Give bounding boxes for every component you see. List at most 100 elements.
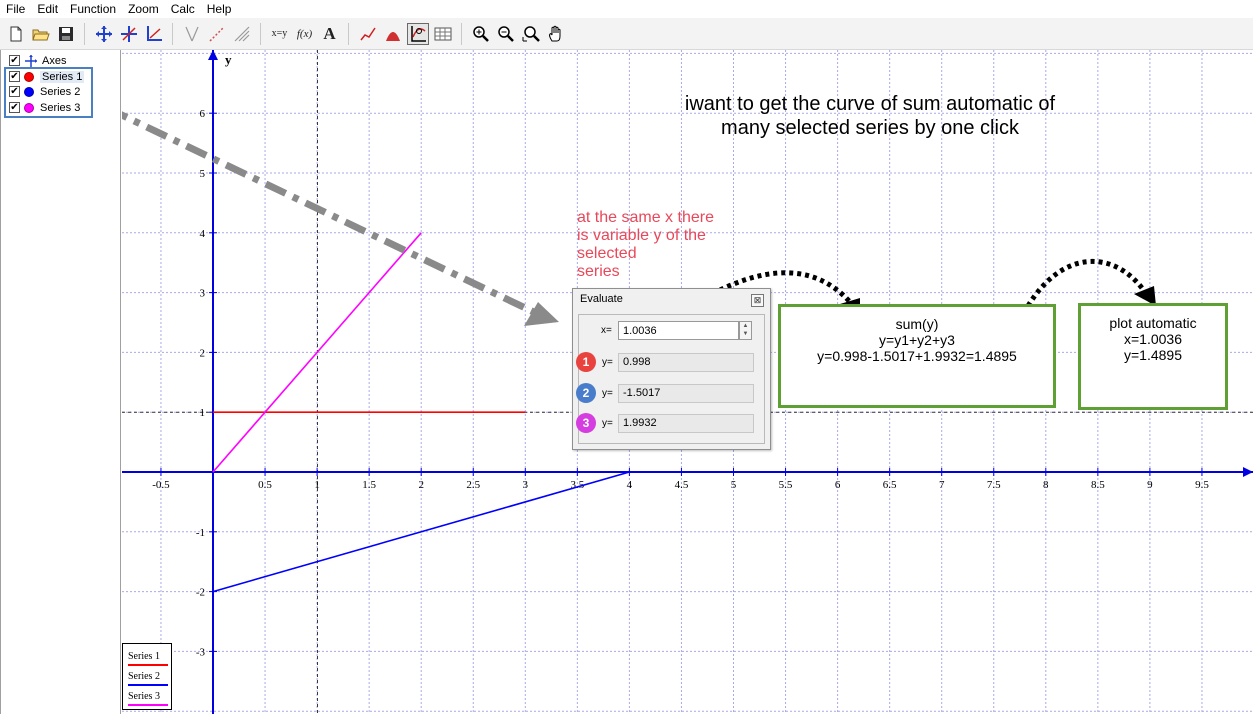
x-tick-label: 5 xyxy=(731,479,737,491)
annotation-arrow-gray xyxy=(122,111,559,326)
x-spinner[interactable]: ▲ ▼ xyxy=(739,321,752,340)
series-2-color-dot xyxy=(24,86,34,97)
evaluate-icon[interactable] xyxy=(406,22,429,45)
x-tick-label: 5.5 xyxy=(779,479,793,491)
menu-zoom[interactable]: Zoom xyxy=(122,0,165,18)
checkbox-series-3[interactable]: ✔ xyxy=(9,102,20,113)
plot-line: plot automatic xyxy=(1109,315,1197,331)
legend-line-series-1 xyxy=(128,664,168,666)
x-tick-label: 1 xyxy=(314,479,320,491)
note-line: at the same x there xyxy=(577,209,714,226)
hatch-icon[interactable] xyxy=(231,23,253,45)
zoom-fit-icon[interactable] xyxy=(520,23,542,45)
menu-file[interactable]: File xyxy=(0,0,31,18)
toolbar-separator xyxy=(260,22,261,45)
menu-edit[interactable]: Edit xyxy=(31,0,64,18)
headline-line-1: iwant to get the curve of sum automatic … xyxy=(684,93,1056,115)
x-tick-label: -0.5 xyxy=(152,479,170,491)
legend-item: Series 3 xyxy=(128,691,160,702)
y-tick-label: -1 xyxy=(196,527,205,539)
menu-help[interactable]: Help xyxy=(201,0,238,18)
y-axis-arrow xyxy=(208,50,218,60)
toolbar: x=y f(x) A xyxy=(0,18,1253,50)
plot-line: x=1.0036 xyxy=(1124,331,1182,347)
new-file-icon[interactable] xyxy=(5,23,27,45)
note-line: is variable y of the xyxy=(577,227,706,244)
tree-item-series-1[interactable]: ✔ Series 1 xyxy=(9,69,85,84)
table-icon[interactable] xyxy=(432,23,454,45)
y-tick-label: 5 xyxy=(200,168,206,180)
tree-item-label: Series 1 xyxy=(40,70,85,83)
x-tick-label: 4.5 xyxy=(675,479,689,491)
sum-line: y=y1+y2+y3 xyxy=(879,332,955,348)
y-tick-label: -2 xyxy=(196,587,205,599)
x-tick-label: 3 xyxy=(523,479,529,491)
y-label: y= xyxy=(602,388,613,399)
x-value-input[interactable] xyxy=(618,321,739,340)
toolbar-separator xyxy=(461,22,462,45)
plot-annotation-box: plot automatic x=1.0036 y=1.4895 xyxy=(1078,303,1228,410)
axes-move-icon[interactable] xyxy=(93,23,115,45)
series-1-badge: 1 xyxy=(576,352,596,372)
legend-line-series-2 xyxy=(128,684,168,686)
x-tick-label: 1.5 xyxy=(362,479,376,491)
plot-line: y=1.4895 xyxy=(1124,347,1182,363)
checkbox-series-2[interactable]: ✔ xyxy=(9,86,20,97)
tree-item-label: Axes xyxy=(42,54,67,67)
series-3-color-dot xyxy=(24,102,34,113)
x-tick-label: 2 xyxy=(418,479,424,491)
series-1-color-dot xyxy=(24,71,34,82)
dashed-line-icon[interactable] xyxy=(206,23,228,45)
x-axis-arrow xyxy=(1243,467,1253,477)
x-tick-label: 7 xyxy=(939,479,945,491)
zoom-out-icon[interactable] xyxy=(495,23,517,45)
save-icon[interactable] xyxy=(55,23,77,45)
shade-icon[interactable] xyxy=(382,23,404,45)
insert-xy-button[interactable]: x=y xyxy=(269,23,291,45)
x-tick-label: 2.5 xyxy=(466,479,480,491)
y-tick-label: 6 xyxy=(200,108,206,120)
x-label: x= xyxy=(601,325,612,336)
spin-down-icon[interactable]: ▼ xyxy=(740,330,751,338)
zoom-in-icon[interactable] xyxy=(470,23,492,45)
tree-item-series-3[interactable]: ✔ Series 3 xyxy=(9,100,80,115)
y3-value: 1.9932 xyxy=(618,414,754,433)
sum-annotation-box: sum(y) y=y1+y2+y3 y=0.998-1.5017+1.9932=… xyxy=(778,304,1056,408)
pan-hand-icon[interactable] xyxy=(545,23,567,45)
y-axis-label: y xyxy=(225,52,232,67)
y-label: y= xyxy=(602,357,613,368)
tangent-icon[interactable] xyxy=(181,23,203,45)
insert-function-button[interactable]: f(x) xyxy=(294,23,316,45)
evaluate-dialog[interactable]: Evaluate ⊠ x= ▲ ▼ 1 y= 0.998 2 y= -1.501… xyxy=(572,288,771,450)
x-tick-label: 0.5 xyxy=(258,479,272,491)
legend-item: Series 1 xyxy=(128,651,160,662)
y1-value: 0.998 xyxy=(618,353,754,372)
legend-item: Series 2 xyxy=(128,671,160,682)
x-tick-label: 6.5 xyxy=(883,479,897,491)
sum-line: sum(y) xyxy=(895,316,939,332)
checkbox-series-1[interactable]: ✔ xyxy=(9,71,20,82)
note-line: series xyxy=(577,263,620,280)
note-line: selected xyxy=(577,245,637,262)
axes-icon xyxy=(25,54,37,67)
axes-corner-icon[interactable] xyxy=(143,23,165,45)
toolbar-separator xyxy=(172,22,173,45)
y2-value: -1.5017 xyxy=(618,384,754,403)
tree-item-label: Series 3 xyxy=(40,101,81,114)
tree-item-series-2[interactable]: ✔ Series 2 xyxy=(9,84,80,99)
note-annotation: at the same x there is variable y of the… xyxy=(577,209,714,281)
tree-item-axes[interactable]: ✔ Axes xyxy=(9,53,66,68)
close-icon[interactable]: ⊠ xyxy=(751,294,764,307)
menu-function[interactable]: Function xyxy=(64,0,122,18)
axes-cross-icon[interactable] xyxy=(118,23,140,45)
open-folder-icon[interactable] xyxy=(30,23,52,45)
menu-calc[interactable]: Calc xyxy=(165,0,201,18)
trendline-icon[interactable] xyxy=(357,23,379,45)
x-tick-label: 4 xyxy=(627,479,633,491)
spin-up-icon[interactable]: ▲ xyxy=(740,322,751,330)
checkbox-axes[interactable]: ✔ xyxy=(9,55,20,66)
headline-annotation: iwant to get the curve of sum automatic … xyxy=(600,92,1140,140)
toolbar-separator xyxy=(84,22,85,45)
annotation-arrow-dotted-2 xyxy=(1025,258,1156,308)
insert-text-button[interactable]: A xyxy=(319,23,341,45)
